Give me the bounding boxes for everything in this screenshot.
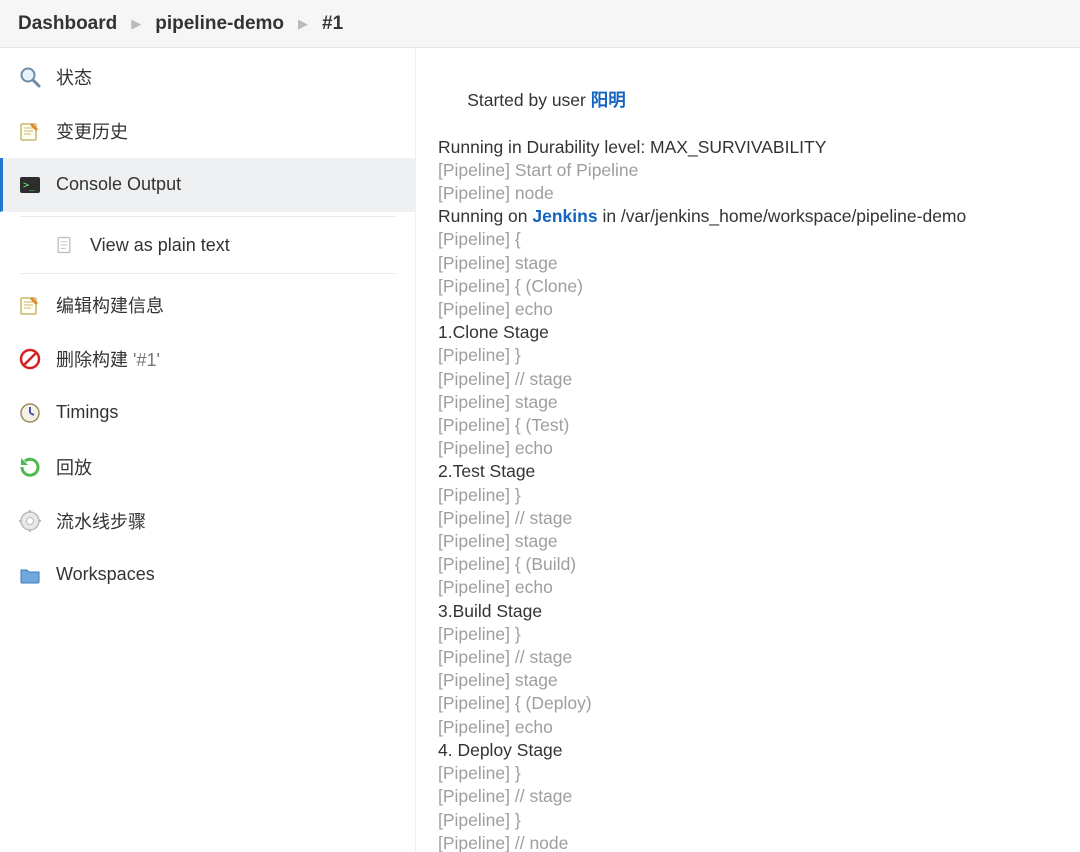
breadcrumb: Dashboard ▶ pipeline-demo ▶ #1 bbox=[0, 0, 1080, 48]
chevron-right-icon: ▶ bbox=[131, 16, 141, 32]
sidebar-item-label: View as plain text bbox=[90, 235, 230, 256]
sidebar-item-edit-build[interactable]: 编辑构建信息 bbox=[0, 278, 415, 332]
console-line: [Pipeline] node bbox=[438, 182, 1058, 205]
breadcrumb-item-job[interactable]: pipeline-demo bbox=[155, 13, 284, 35]
divider bbox=[20, 273, 395, 274]
console-line: [Pipeline] stage bbox=[438, 252, 1058, 275]
console-line: Running on Jenkins in /var/jenkins_home/… bbox=[438, 205, 1058, 228]
sidebar-item-label: 删除构建 '#1' bbox=[56, 346, 160, 372]
breadcrumb-item-build[interactable]: #1 bbox=[322, 13, 343, 35]
sidebar-item-status[interactable]: 状态 bbox=[0, 50, 415, 104]
breadcrumb-item-dashboard[interactable]: Dashboard bbox=[18, 13, 117, 35]
sidebar-item-console-output[interactable]: >_ Console Output bbox=[0, 158, 415, 212]
delete-icon bbox=[18, 347, 42, 371]
console-line: [Pipeline] } bbox=[438, 762, 1058, 785]
console-line: [Pipeline] echo bbox=[438, 576, 1058, 599]
sidebar-item-label: 编辑构建信息 bbox=[56, 292, 164, 318]
gear-icon bbox=[18, 509, 42, 533]
sidebar-item-label: 回放 bbox=[56, 454, 92, 480]
sidebar-item-label: Timings bbox=[56, 402, 118, 423]
console-line: [Pipeline] // stage bbox=[438, 785, 1058, 808]
divider bbox=[20, 216, 395, 217]
terminal-icon: >_ bbox=[18, 173, 42, 197]
console-line: [Pipeline] echo bbox=[438, 437, 1058, 460]
sidebar-subitem-plaintext[interactable]: View as plain text bbox=[0, 221, 415, 269]
user-link[interactable]: 阳明 bbox=[591, 90, 626, 110]
console-line: [Pipeline] } bbox=[438, 809, 1058, 832]
notepad-edit-icon bbox=[18, 293, 42, 317]
sidebar: 状态 变更历史 >_ Console Output View as plain … bbox=[0, 48, 416, 852]
console-line: [Pipeline] } bbox=[438, 344, 1058, 367]
sidebar-item-delete-build[interactable]: 删除构建 '#1' bbox=[0, 332, 415, 386]
console-line: [Pipeline] { (Clone) bbox=[438, 275, 1058, 298]
sidebar-item-label: Console Output bbox=[56, 174, 181, 195]
console-line: [Pipeline] // stage bbox=[438, 368, 1058, 391]
folder-icon bbox=[18, 563, 42, 587]
chevron-right-icon: ▶ bbox=[298, 16, 308, 32]
console-line-startedby: Started by user 阳明 bbox=[438, 66, 1058, 136]
sidebar-item-timings[interactable]: Timings bbox=[0, 386, 415, 440]
document-icon bbox=[52, 233, 76, 257]
console-line: [Pipeline] } bbox=[438, 484, 1058, 507]
console-line: [Pipeline] stage bbox=[438, 530, 1058, 553]
console-line: [Pipeline] // stage bbox=[438, 507, 1058, 530]
console-line: 1.Clone Stage bbox=[438, 321, 1058, 344]
sidebar-item-changes[interactable]: 变更历史 bbox=[0, 104, 415, 158]
console-line: [Pipeline] // node bbox=[438, 832, 1058, 852]
replay-icon bbox=[18, 455, 42, 479]
console-output: Started by user 阳明 Running in Durability… bbox=[416, 48, 1080, 852]
clock-icon bbox=[18, 401, 42, 425]
console-line: [Pipeline] stage bbox=[438, 391, 1058, 414]
notepad-edit-icon bbox=[18, 119, 42, 143]
console-line: 4. Deploy Stage bbox=[438, 739, 1058, 762]
console-line: [Pipeline] { (Test) bbox=[438, 414, 1058, 437]
console-line: [Pipeline] // stage bbox=[438, 646, 1058, 669]
sidebar-item-label: 状态 bbox=[56, 64, 92, 90]
svg-text:>_: >_ bbox=[23, 180, 36, 191]
node-link[interactable]: Jenkins bbox=[532, 206, 597, 226]
search-icon bbox=[18, 65, 42, 89]
sidebar-item-label: Workspaces bbox=[56, 564, 155, 585]
console-line-durability: Running in Durability level: MAX_SURVIVA… bbox=[438, 136, 1058, 159]
console-line: [Pipeline] stage bbox=[438, 669, 1058, 692]
console-line: 3.Build Stage bbox=[438, 600, 1058, 623]
console-line: [Pipeline] echo bbox=[438, 716, 1058, 739]
console-line: 2.Test Stage bbox=[438, 460, 1058, 483]
console-line: [Pipeline] { bbox=[438, 228, 1058, 251]
console-line: [Pipeline] { (Deploy) bbox=[438, 692, 1058, 715]
sidebar-item-pipeline-steps[interactable]: 流水线步骤 bbox=[0, 494, 415, 548]
sidebar-item-label: 变更历史 bbox=[56, 118, 128, 144]
console-line: [Pipeline] } bbox=[438, 623, 1058, 646]
console-line: [Pipeline] { (Build) bbox=[438, 553, 1058, 576]
console-line: [Pipeline] Start of Pipeline bbox=[438, 159, 1058, 182]
sidebar-item-label: 流水线步骤 bbox=[56, 508, 146, 534]
console-line: [Pipeline] echo bbox=[438, 298, 1058, 321]
sidebar-item-workspaces[interactable]: Workspaces bbox=[0, 548, 415, 602]
sidebar-item-replay[interactable]: 回放 bbox=[0, 440, 415, 494]
